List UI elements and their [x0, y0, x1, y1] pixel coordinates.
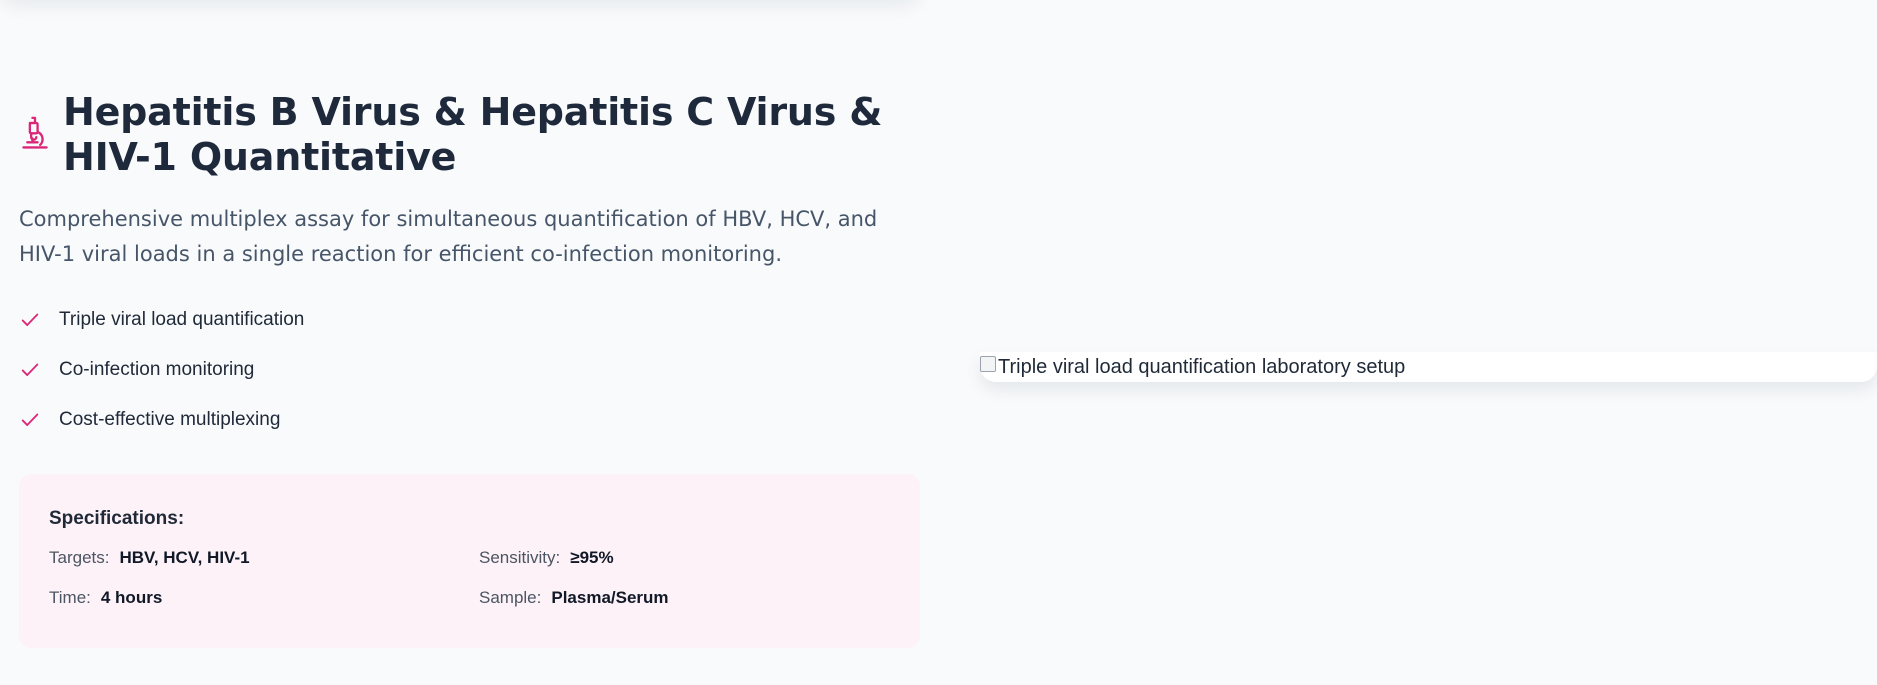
spec-value: Plasma/Serum [551, 588, 669, 607]
spec-label: Time: [49, 588, 91, 607]
feature-item: Triple viral load quantification [19, 295, 921, 345]
specifications-grid: Targets: HBV, HCV, HIV-1 Sensitivity: ≥9… [49, 548, 890, 608]
title-row: Hepatitis B Virus & Hepatitis C Virus & … [19, 90, 921, 180]
specifications-card: Specifications: Targets: HBV, HCV, HIV-1… [19, 474, 920, 648]
microscope-icon [19, 114, 51, 154]
spec-targets: Targets: HBV, HCV, HIV-1 [49, 548, 479, 568]
feature-item: Co-infection monitoring [19, 345, 921, 395]
broken-image-icon [980, 356, 996, 372]
product-section: Hepatitis B Virus & Hepatitis C Virus & … [19, 90, 921, 648]
feature-label: Cost-effective multiplexing [59, 409, 281, 430]
spec-label: Sample: [479, 588, 542, 607]
feature-label: Co-infection monitoring [59, 359, 255, 380]
check-icon [19, 409, 41, 431]
spec-sensitivity: Sensitivity: ≥95% [479, 548, 909, 568]
page: Hepatitis B Virus & Hepatitis C Virus & … [0, 0, 1877, 685]
product-image-card: Triple viral load quantification laborat… [980, 352, 1877, 382]
spec-time: Time: 4 hours [49, 588, 479, 608]
check-icon [19, 359, 41, 381]
spec-value: HBV, HCV, HIV-1 [119, 548, 250, 567]
spec-label: Targets: [49, 548, 110, 567]
feature-item: Cost-effective multiplexing [19, 395, 921, 445]
check-icon [19, 309, 41, 331]
feature-list: Triple viral load quantification Co-infe… [19, 295, 921, 445]
feature-label: Triple viral load quantification [59, 309, 305, 330]
spec-value: ≥95% [570, 548, 614, 567]
spec-value: 4 hours [100, 588, 163, 607]
product-image: Triple viral load quantification laborat… [980, 352, 1405, 382]
spec-sample: Sample: Plasma/Serum [479, 588, 909, 608]
page-title: Hepatitis B Virus & Hepatitis C Virus & … [63, 90, 883, 179]
product-image-alt-text: Triple viral load quantification laborat… [998, 355, 1406, 378]
specifications-heading: Specifications: [49, 508, 185, 529]
product-description: Comprehensive multiplex assay for simult… [19, 207, 878, 266]
spec-label: Sensitivity: [479, 548, 561, 567]
